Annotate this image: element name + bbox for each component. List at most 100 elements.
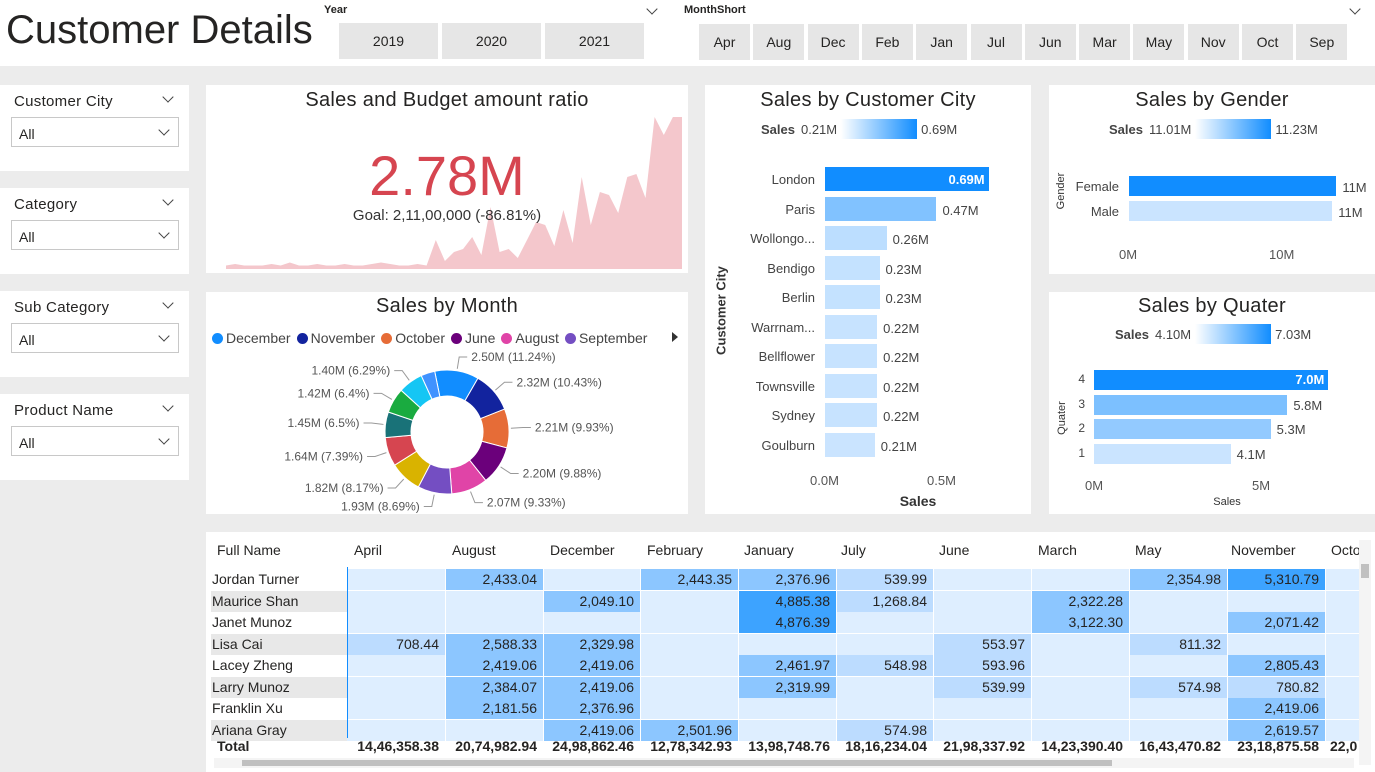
matrix-cell[interactable]: 4,876.39 — [739, 612, 836, 633]
bar[interactable] — [825, 226, 887, 250]
matrix-cell[interactable] — [641, 590, 738, 612]
matrix-cell[interactable] — [1228, 633, 1325, 655]
bar[interactable] — [825, 255, 880, 280]
year-chip-2020[interactable]: 2020 — [442, 23, 541, 59]
matrix-cell[interactable] — [1032, 633, 1129, 655]
matrix-cell[interactable]: 2,049.10 — [544, 590, 640, 612]
matrix-cell[interactable] — [1130, 612, 1227, 633]
matrix-cell[interactable] — [1130, 698, 1227, 719]
matrix-cell[interactable]: 2,376.96 — [544, 698, 640, 719]
matrix-cell[interactable] — [641, 655, 738, 676]
matrix-column-header[interactable]: March — [1038, 542, 1077, 558]
bar[interactable] — [1129, 176, 1337, 196]
matrix-cell[interactable]: 4,885.38 — [739, 590, 836, 612]
matrix-cell[interactable]: 2,322.28 — [1032, 590, 1129, 612]
matrix-cell[interactable] — [739, 698, 836, 719]
filter-dropdown[interactable]: All — [11, 117, 179, 147]
matrix-column-header[interactable]: January — [744, 542, 794, 558]
matrix-column-header[interactable]: July — [841, 542, 866, 558]
chevron-down-icon[interactable] — [158, 330, 170, 342]
matrix-cell[interactable]: 2,419.06 — [544, 676, 640, 698]
matrix-cell[interactable]: 780.82 — [1228, 676, 1325, 698]
filter-dropdown[interactable]: All — [11, 426, 179, 456]
matrix-cell[interactable] — [1032, 569, 1129, 590]
month-chip-apr[interactable]: Apr — [699, 24, 750, 60]
matrix-column-header[interactable]: April — [354, 542, 382, 558]
matrix-cell[interactable]: 2,329.98 — [544, 633, 640, 655]
matrix-cell[interactable]: 2,384.07 — [446, 676, 543, 698]
matrix-row-name[interactable]: Janet Munoz — [212, 612, 292, 633]
scrollbar-thumb[interactable] — [1361, 564, 1369, 578]
matrix-cell[interactable]: 2,071.42 — [1228, 612, 1325, 633]
matrix-row-name[interactable]: Jordan Turner — [212, 569, 299, 590]
legend-item[interactable]: September — [564, 330, 647, 346]
matrix-cell[interactable]: 708.44 — [347, 633, 445, 655]
matrix-cell[interactable] — [446, 612, 543, 633]
matrix-column-header[interactable]: Octo — [1331, 542, 1361, 558]
bar[interactable] — [1094, 394, 1288, 415]
month-chip-sep[interactable]: Sep — [1296, 24, 1348, 60]
matrix-cell[interactable]: 2,433.04 — [446, 569, 543, 590]
matrix-cell[interactable]: 574.98 — [1130, 676, 1227, 698]
matrix-cell[interactable]: 2,419.06 — [446, 655, 543, 676]
city-chart-card[interactable]: Sales by Customer City Sales 0.21M 0.69M… — [705, 85, 1031, 514]
matrix-row-name[interactable]: Lisa Cai — [212, 634, 263, 655]
matrix-cell[interactable] — [837, 612, 933, 633]
matrix-cell[interactable] — [1032, 676, 1129, 698]
matrix-cell[interactable] — [544, 612, 640, 633]
matrix-cell[interactable] — [347, 655, 445, 676]
kpi-card[interactable]: Sales and Budget amount ratio 2.78M Goal… — [206, 85, 688, 273]
matrix-cell[interactable] — [446, 590, 543, 612]
chevron-down-icon[interactable] — [162, 297, 174, 309]
chevron-down-icon[interactable] — [158, 433, 170, 445]
matrix-cell[interactable] — [641, 698, 738, 719]
chevron-down-icon[interactable] — [162, 194, 174, 206]
filter-slicer[interactable]: Sub Category All — [0, 291, 189, 377]
matrix-row-name[interactable]: Larry Munoz — [212, 677, 290, 698]
matrix-cell[interactable]: 548.98 — [837, 655, 933, 676]
bar[interactable] — [825, 403, 878, 427]
legend-item[interactable]: June — [451, 330, 495, 346]
filter-slicer[interactable]: Customer City All — [0, 85, 189, 171]
matrix-column-header[interactable]: February — [647, 542, 703, 558]
month-chip-nov[interactable]: Nov — [1187, 24, 1239, 60]
bar[interactable] — [825, 285, 880, 309]
bar[interactable] — [825, 196, 937, 221]
month-donut-card[interactable]: Sales by Month December November October Ju… — [206, 292, 688, 514]
matrix-cell[interactable]: 2,805.43 — [1228, 655, 1325, 676]
matrix-column-header[interactable]: June — [939, 542, 969, 558]
matrix-cell[interactable]: 2,354.98 — [1130, 569, 1227, 590]
matrix-cell[interactable]: 593.96 — [934, 655, 1031, 676]
matrix-cell[interactable]: 2,181.56 — [446, 698, 543, 719]
matrix-column-header[interactable]: Full Name — [217, 542, 281, 558]
matrix-cell[interactable] — [934, 612, 1031, 633]
month-chip-jul[interactable]: Jul — [970, 24, 1022, 60]
matrix-cell[interactable] — [934, 569, 1031, 590]
legend-item[interactable]: November — [296, 330, 375, 346]
legend-item[interactable]: October — [381, 330, 445, 346]
bar[interactable] — [1094, 443, 1231, 464]
matrix-cell[interactable]: 2,319.99 — [739, 676, 836, 698]
matrix-cell[interactable]: 2,419.06 — [1228, 698, 1325, 719]
matrix-cell[interactable] — [347, 676, 445, 698]
matrix-cell[interactable]: 2,419.06 — [544, 655, 640, 676]
matrix-cell[interactable]: 5,310.79 — [1228, 569, 1325, 590]
month-chip-dec[interactable]: Dec — [807, 24, 859, 60]
legend-item[interactable]: August — [501, 330, 559, 346]
month-chip-aug[interactable]: Aug — [753, 24, 805, 60]
vertical-scrollbar[interactable] — [1359, 540, 1371, 765]
quarter-chart-card[interactable]: Sales by Quater Sales 4.10M 7.03M Quater… — [1049, 292, 1375, 514]
matrix-cell[interactable] — [347, 612, 445, 633]
matrix-column-header[interactable]: August — [452, 542, 496, 558]
matrix-row-name[interactable]: Franklin Xu — [212, 698, 283, 719]
month-chip-jun[interactable]: Jun — [1024, 24, 1076, 60]
matrix-cell[interactable]: 2,443.35 — [641, 569, 738, 590]
matrix-cell[interactable] — [837, 633, 933, 655]
chevron-down-icon[interactable] — [162, 91, 174, 103]
matrix-cell[interactable]: 539.99 — [837, 569, 933, 590]
matrix-cell[interactable]: 553.97 — [934, 633, 1031, 655]
legend-item[interactable]: December — [212, 330, 291, 346]
month-chip-mar[interactable]: Mar — [1079, 24, 1131, 60]
horizontal-scrollbar[interactable] — [214, 758, 1354, 768]
matrix-cell[interactable]: 2,588.33 — [446, 633, 543, 655]
